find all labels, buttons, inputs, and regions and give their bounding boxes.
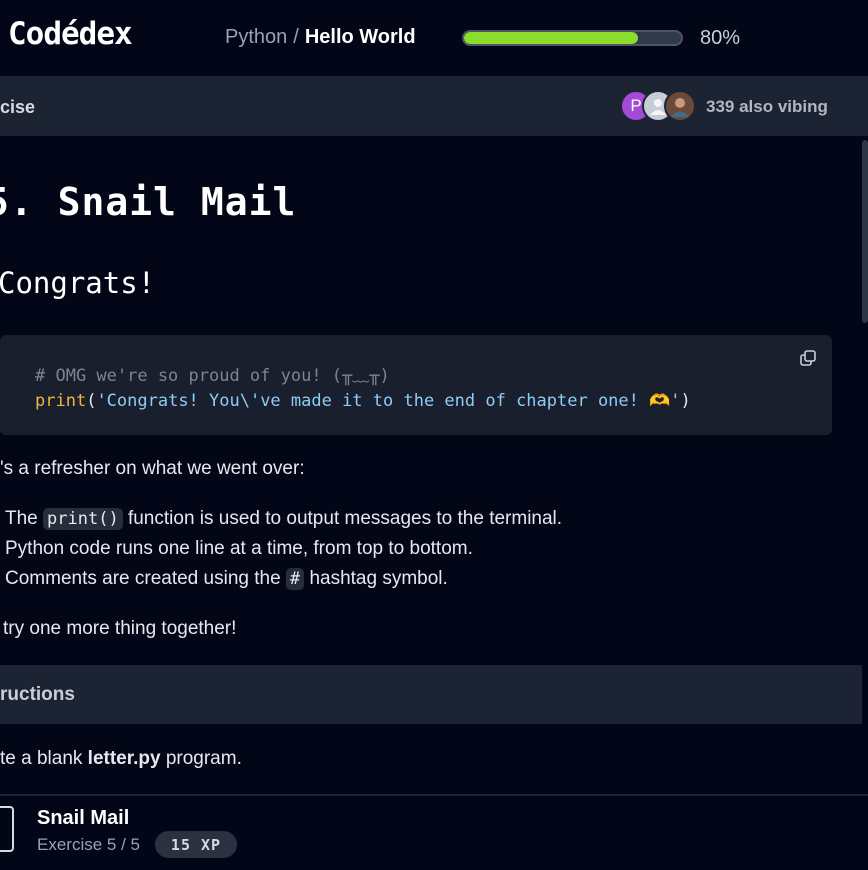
- footer-exercise-number: Exercise 5 / 5: [37, 835, 140, 854]
- breadcrumb: Python / Hello World: [225, 26, 416, 49]
- avatar-initial: P: [630, 96, 642, 115]
- section-heading: Congrats!: [0, 266, 156, 300]
- inline-code: print(): [43, 508, 123, 530]
- user-photo-icon: [671, 98, 689, 117]
- code-block: # OMG we're so proud of you! (╥﹏╥) print…: [0, 335, 832, 435]
- code-comment-line: # OMG we're so proud of you! (╥﹏╥): [35, 366, 390, 386]
- task-filename: letter.py: [87, 748, 161, 769]
- list-item: Python code runs one line at a time, fro…: [5, 538, 473, 559]
- list-item-text: Comments are created using the: [5, 568, 286, 589]
- list-item-text: hashtag symbol.: [304, 568, 448, 589]
- scrollbar-thumb[interactable]: [862, 140, 868, 323]
- code-paren-open: (: [86, 391, 97, 411]
- vibing-count: 339 also vibing: [706, 97, 828, 116]
- instructions-header[interactable]: ructions: [0, 665, 862, 724]
- breadcrumb-course[interactable]: Python: [225, 26, 287, 48]
- avatar: [664, 90, 696, 122]
- breadcrumb-chapter: Hello World: [304, 26, 416, 48]
- instructions-label: ructions: [0, 684, 75, 705]
- footer-bar: [0, 794, 868, 870]
- inline-code: #: [285, 568, 305, 590]
- code-string: 'Congrats! You\'ve made it to the end of…: [96, 391, 681, 411]
- code-function: print: [35, 391, 87, 411]
- codedex-logo[interactable]: Codédex: [8, 16, 133, 52]
- code-print-line: print('Congrats! You\'ve made it to the …: [35, 391, 691, 411]
- refresher-text: 's a refresher on what we went over:: [0, 458, 305, 479]
- exercise-title: 5. Snail Mail: [0, 180, 297, 224]
- list-item-text: The: [5, 508, 44, 529]
- list-item: Comments are created using the # hashtag…: [5, 568, 448, 590]
- code-paren-close: ): [680, 391, 691, 411]
- list-item: The print() function is used to output m…: [5, 508, 562, 530]
- exercise-tab-label[interactable]: cise: [0, 97, 35, 118]
- progress-percentage: 80%: [700, 27, 741, 49]
- chapter-progress-bar: [462, 30, 683, 46]
- footer-exercise-title: Snail Mail: [37, 807, 130, 829]
- exercise-thumbnail: [0, 806, 14, 852]
- closing-text: try one more thing together!: [3, 618, 237, 639]
- task-text-part: program.: [160, 748, 242, 769]
- task-text-part: te a blank: [0, 748, 88, 769]
- copy-icon[interactable]: [800, 350, 816, 366]
- task-text: te a blank letter.py program.: [0, 748, 242, 770]
- xp-badge: 15 XP: [155, 831, 237, 858]
- progress-fill: [464, 32, 638, 44]
- breadcrumb-separator: /: [293, 26, 299, 48]
- list-item-text: function is used to output messages to t…: [122, 508, 563, 529]
